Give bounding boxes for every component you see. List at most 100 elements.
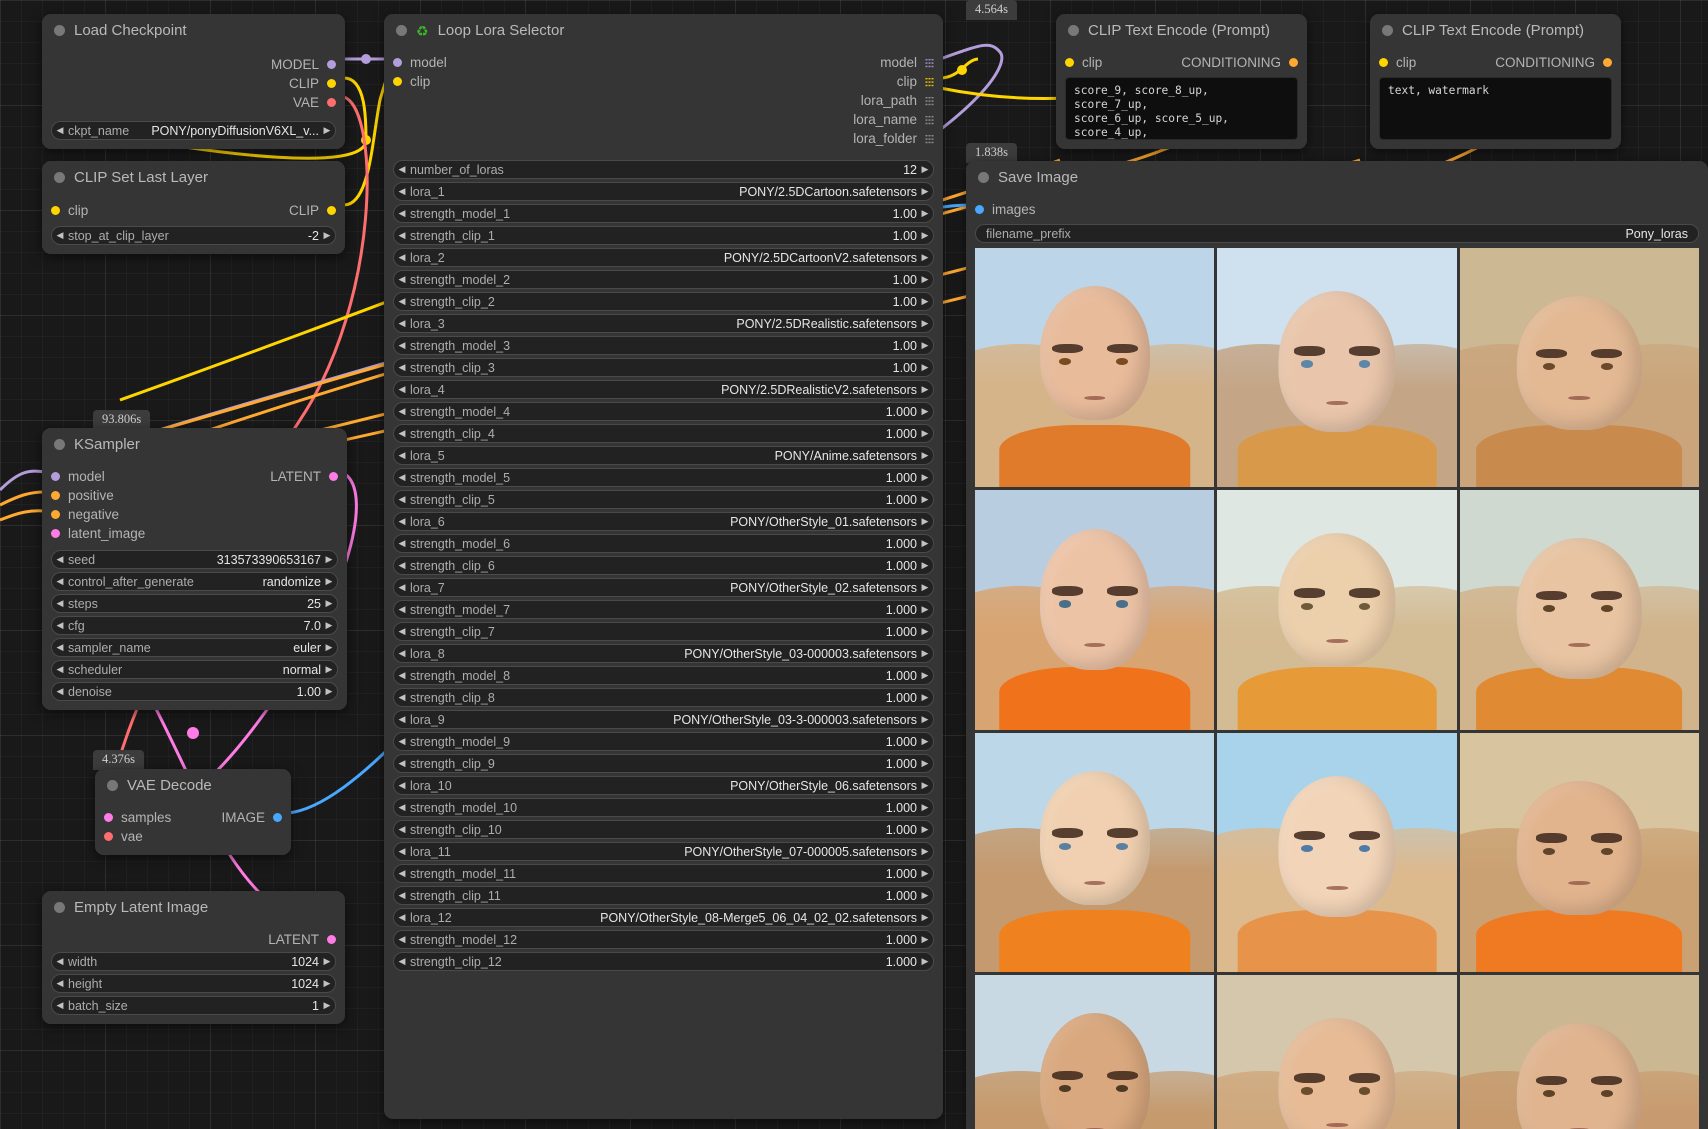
decrement-arrow-icon[interactable]: ◀ (394, 604, 410, 615)
node-title-clip-encode-negative[interactable]: CLIP Text Encode (Prompt) (1370, 14, 1621, 47)
decrement-arrow-icon[interactable]: ◀ (52, 230, 68, 241)
node-title-empty-latent-image[interactable]: Empty Latent Image (42, 891, 345, 924)
widget-strength-clip-6[interactable]: ◀strength_clip_61.000▶ (393, 556, 934, 575)
slot-row-clip[interactable]: clip CLIP (42, 200, 345, 220)
socket-latent-image-in[interactable] (51, 529, 60, 538)
increment-arrow-icon[interactable]: ▶ (917, 406, 933, 417)
widget-height[interactable]: ◀ height 1024 ▶ (51, 974, 336, 993)
socket-grid-lora-name[interactable] (925, 115, 934, 125)
increment-arrow-icon[interactable]: ▶ (917, 362, 933, 373)
node-title-save-image[interactable]: Save Image (966, 161, 1708, 194)
increment-arrow-icon[interactable]: ▶ (917, 560, 933, 571)
decrement-arrow-icon[interactable]: ◀ (394, 428, 410, 439)
decrement-arrow-icon[interactable]: ◀ (394, 186, 410, 197)
increment-arrow-icon[interactable]: ▶ (917, 384, 933, 395)
slot-row-vae[interactable]: vae (95, 827, 291, 846)
socket-clip-in[interactable] (393, 77, 402, 86)
gallery-image[interactable] (1460, 490, 1699, 729)
increment-arrow-icon[interactable]: ▶ (319, 125, 335, 136)
node-title-clip-encode-positive[interactable]: CLIP Text Encode (Prompt) (1056, 14, 1307, 47)
decrement-arrow-icon[interactable]: ◀ (52, 576, 68, 587)
node-clip-text-encode-negative[interactable]: CLIP Text Encode (Prompt) clip CONDITION… (1370, 14, 1621, 149)
increment-arrow-icon[interactable]: ▶ (917, 802, 933, 813)
decrement-arrow-icon[interactable]: ◀ (394, 274, 410, 285)
decrement-arrow-icon[interactable]: ◀ (394, 230, 410, 241)
increment-arrow-icon[interactable]: ▶ (917, 714, 933, 725)
decrement-arrow-icon[interactable]: ◀ (394, 384, 410, 395)
widget-lora-3[interactable]: ◀lora_3PONY/2.5DRealistic.safetensors▶ (393, 314, 934, 333)
decrement-arrow-icon[interactable]: ◀ (52, 664, 68, 675)
increment-arrow-icon[interactable]: ▶ (917, 318, 933, 329)
decrement-arrow-icon[interactable]: ◀ (394, 494, 410, 505)
widget-strength-model-3[interactable]: ◀strength_model_31.00▶ (393, 336, 934, 355)
collapse-dot-icon[interactable] (107, 780, 118, 791)
widget-number-of-loras[interactable]: ◀number_of_loras12▶ (393, 160, 934, 179)
decrement-arrow-icon[interactable]: ◀ (394, 758, 410, 769)
widget-control-after-generate[interactable]: ◀ control_after_generate randomize ▶ (51, 572, 338, 591)
output-slot-vae[interactable]: VAE (42, 93, 345, 112)
slot-row-negative[interactable]: negative (42, 505, 347, 524)
increment-arrow-icon[interactable]: ▶ (917, 956, 933, 967)
decrement-arrow-icon[interactable]: ◀ (394, 692, 410, 703)
decrement-arrow-icon[interactable]: ◀ (52, 1000, 68, 1011)
slot-row-positive[interactable]: positive (42, 486, 347, 505)
socket-grid-lora-path[interactable] (925, 96, 934, 106)
decrement-arrow-icon[interactable]: ◀ (394, 362, 410, 373)
increment-arrow-icon[interactable]: ▶ (917, 736, 933, 747)
increment-arrow-icon[interactable]: ▶ (319, 230, 335, 241)
widget-strength-clip-2[interactable]: ◀strength_clip_21.00▶ (393, 292, 934, 311)
widget-strength-clip-12[interactable]: ◀strength_clip_121.000▶ (393, 952, 934, 971)
decrement-arrow-icon[interactable]: ◀ (394, 934, 410, 945)
decrement-arrow-icon[interactable]: ◀ (52, 598, 68, 609)
socket-grid-lora-folder[interactable] (925, 134, 934, 144)
socket-clip-in[interactable] (51, 206, 60, 215)
decrement-arrow-icon[interactable]: ◀ (52, 554, 68, 565)
decrement-arrow-icon[interactable]: ◀ (52, 125, 68, 136)
socket-model-in[interactable] (51, 472, 60, 481)
increment-arrow-icon[interactable]: ▶ (321, 576, 337, 587)
widget-filename-prefix[interactable]: filename_prefix Pony_loras (975, 224, 1699, 243)
socket-vae-in[interactable] (104, 832, 113, 841)
decrement-arrow-icon[interactable]: ◀ (394, 538, 410, 549)
widget-ckpt-name[interactable]: ◀ ckpt_name PONY/ponyDiffusionV6XL_v... … (51, 121, 336, 140)
increment-arrow-icon[interactable]: ▶ (917, 780, 933, 791)
widget-scheduler[interactable]: ◀ scheduler normal ▶ (51, 660, 338, 679)
socket-conditioning-out[interactable] (1603, 58, 1612, 67)
decrement-arrow-icon[interactable]: ◀ (394, 208, 410, 219)
slot-row-images[interactable]: images (966, 200, 1708, 219)
socket-vae[interactable] (327, 98, 336, 107)
decrement-arrow-icon[interactable]: ◀ (394, 472, 410, 483)
increment-arrow-icon[interactable]: ▶ (917, 516, 933, 527)
widget-strength-clip-10[interactable]: ◀strength_clip_101.000▶ (393, 820, 934, 839)
node-save-image[interactable]: Save Image images filename_prefix Pony_l… (966, 161, 1708, 1129)
widget-lora-1[interactable]: ◀lora_1PONY/2.5DCartoon.safetensors▶ (393, 182, 934, 201)
decrement-arrow-icon[interactable]: ◀ (394, 340, 410, 351)
increment-arrow-icon[interactable]: ▶ (917, 230, 933, 241)
collapse-dot-icon[interactable] (54, 902, 65, 913)
increment-arrow-icon[interactable]: ▶ (321, 554, 337, 565)
slot-row-clip[interactable]: clip CONDITIONING (1056, 53, 1307, 72)
node-empty-latent-image[interactable]: Empty Latent Image LATENT ◀ width 1024 ▶… (42, 891, 345, 1024)
widget-strength-model-4[interactable]: ◀strength_model_41.000▶ (393, 402, 934, 421)
increment-arrow-icon[interactable]: ▶ (917, 186, 933, 197)
output-slot-clip[interactable]: CLIP (42, 74, 345, 93)
collapse-dot-icon[interactable] (978, 172, 989, 183)
collapse-dot-icon[interactable] (54, 25, 65, 36)
widget-strength-clip-5[interactable]: ◀strength_clip_51.000▶ (393, 490, 934, 509)
node-title-loop-lora-selector[interactable]: ♻ Loop Lora Selector (384, 14, 943, 47)
widget-lora-11[interactable]: ◀lora_11PONY/OtherStyle_07-000005.safete… (393, 842, 934, 861)
decrement-arrow-icon[interactable]: ◀ (394, 912, 410, 923)
node-title-clip-set-last-layer[interactable]: CLIP Set Last Layer (42, 161, 345, 194)
increment-arrow-icon[interactable]: ▶ (917, 164, 933, 175)
slot-row-lora-folder[interactable]: lora_folder (384, 129, 943, 148)
increment-arrow-icon[interactable]: ▶ (917, 934, 933, 945)
socket-grid-clip-out[interactable] (925, 77, 934, 87)
widget-strength-model-1[interactable]: ◀strength_model_11.00▶ (393, 204, 934, 223)
decrement-arrow-icon[interactable]: ◀ (394, 956, 410, 967)
increment-arrow-icon[interactable]: ▶ (917, 252, 933, 263)
widget-sampler-name[interactable]: ◀ sampler_name euler ▶ (51, 638, 338, 657)
slot-row-lora-path[interactable]: lora_path (384, 91, 943, 110)
decrement-arrow-icon[interactable]: ◀ (394, 670, 410, 681)
gallery-image[interactable] (1217, 975, 1456, 1129)
widget-lora-9[interactable]: ◀lora_9PONY/OtherStyle_03-3-000003.safet… (393, 710, 934, 729)
